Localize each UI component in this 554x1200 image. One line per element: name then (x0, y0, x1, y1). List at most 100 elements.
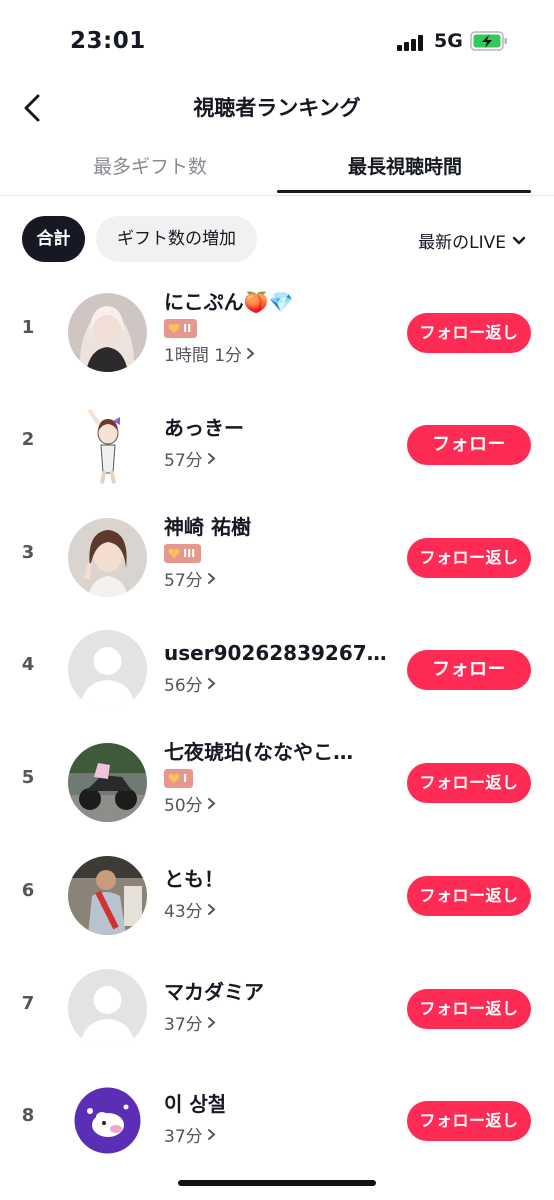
viewer-name: user90262839267… (164, 638, 392, 668)
heart-icon (168, 773, 180, 783)
viewer-name-text: マカダミア (164, 980, 264, 1004)
viewer-name: 神崎 祐樹 (164, 512, 392, 542)
follow-back-button[interactable]: フォロー返し (407, 1101, 531, 1141)
filter-gift-increase-chip[interactable]: ギフト数の増加 (96, 216, 257, 262)
watch-duration[interactable]: 1時間 1分 (164, 340, 392, 366)
avatar (68, 969, 147, 1048)
rank-number: 3 (21, 542, 35, 563)
chevron-right-icon (207, 903, 216, 915)
rank-number: 4 (21, 654, 35, 675)
viewer-name-text: user90262839267… (164, 641, 387, 665)
follow-back-button[interactable]: フォロー返し (407, 989, 531, 1029)
watch-duration[interactable]: 57分 (164, 565, 392, 591)
viewer-info: 神崎 祐樹 III 57分 (164, 512, 392, 591)
watch-duration[interactable]: 37分 (164, 1121, 392, 1147)
viewer-name: 이 상철 (164, 1089, 392, 1119)
watch-duration[interactable]: 50分 (164, 790, 392, 816)
watch-duration-text: 37分 (164, 1126, 203, 1147)
viewer-row[interactable]: 3 神崎 祐樹 III 57分 フォロー返し (0, 502, 554, 614)
viewer-info: にこぷん🍑💎 II 1時間 1分 (164, 287, 392, 366)
status-time: 23:01 (70, 28, 146, 54)
fan-level-text: II (183, 322, 192, 335)
filter-total-chip[interactable]: 合計 (22, 216, 85, 262)
follow-back-button[interactable]: フォロー返し (407, 538, 531, 578)
viewer-info: 이 상철 37分 (164, 1089, 392, 1147)
live-select-dropdown[interactable]: 最新のLIVE (418, 228, 526, 253)
avatar (68, 1081, 147, 1160)
rank-number: 8 (21, 1105, 35, 1126)
viewer-info: user90262839267… 56分 (164, 638, 392, 696)
rank-number: 6 (21, 880, 35, 901)
watch-duration[interactable]: 57分 (164, 445, 392, 471)
tab-longest-watch-time[interactable]: 最長視聴時間 (320, 152, 490, 179)
viewer-row[interactable]: 7 マカダミア 37分 フォロー返し (0, 953, 554, 1065)
viewer-name-text: 七夜琥珀(ななやこ… (164, 740, 354, 764)
viewer-info: 七夜琥珀(ななやこ… I 50分 (164, 737, 392, 816)
viewer-row[interactable]: 4 user90262839267… 56分 フォロー (0, 614, 554, 726)
viewer-row[interactable]: 1 にこぷん🍑💎 II 1時間 1分 フォロー返し (0, 277, 554, 389)
watch-duration[interactable]: 43分 (164, 896, 392, 922)
signal-icon (397, 35, 427, 51)
avatar (68, 518, 147, 597)
heart-icon (168, 323, 180, 333)
viewer-row[interactable]: 6 とも！ 43分 フォロー返し (0, 840, 554, 952)
follow-back-button[interactable]: フォロー返し (407, 876, 531, 916)
chevron-down-icon (512, 236, 526, 244)
live-select-label: 最新のLIVE (418, 233, 506, 253)
viewer-row[interactable]: 8 이 상철 37分 フォロー返し (0, 1065, 554, 1177)
viewer-row[interactable]: 2 あっきー 57分 フォロー (0, 389, 554, 501)
viewer-name: にこぷん🍑💎 (164, 287, 392, 317)
chevron-right-icon (207, 572, 216, 584)
viewer-name: マカダミア (164, 977, 392, 1007)
follow-button[interactable]: フォロー (407, 425, 531, 465)
watch-duration-text: 37分 (164, 1014, 203, 1035)
viewer-name-text: 神崎 祐樹 (164, 515, 251, 539)
viewer-row[interactable]: 5 七夜琥珀(ななやこ… I 50分 フォロー返し (0, 727, 554, 839)
viewer-name: とも！ (164, 864, 392, 894)
rank-number: 7 (21, 993, 35, 1014)
rank-number: 5 (21, 767, 35, 788)
avatar (68, 743, 147, 822)
follow-button[interactable]: フォロー (407, 650, 531, 690)
fan-level-badge: II (164, 319, 198, 338)
active-tab-indicator (277, 190, 531, 193)
rank-number: 1 (21, 317, 35, 338)
watch-duration[interactable]: 56分 (164, 670, 392, 696)
watch-duration-text: 1時間 1分 (164, 345, 243, 366)
watch-duration-text: 43分 (164, 901, 203, 922)
watch-duration-text: 50分 (164, 795, 203, 816)
viewer-name-text: にこぷん🍑💎 (164, 290, 294, 314)
avatar (68, 630, 147, 709)
viewer-info: とも！ 43分 (164, 864, 392, 922)
watch-duration[interactable]: 37分 (164, 1009, 392, 1035)
follow-back-button[interactable]: フォロー返し (407, 313, 531, 353)
fan-level-text: I (183, 772, 188, 785)
avatar (68, 856, 147, 935)
viewer-name: あっきー (164, 413, 392, 443)
tab-bar: 最多ギフト数 最長視聴時間 (0, 140, 554, 196)
watch-duration-text: 57分 (164, 450, 203, 471)
fan-level-text: III (183, 547, 196, 560)
avatar (68, 405, 147, 484)
tab-most-gifts[interactable]: 最多ギフト数 (70, 152, 230, 179)
filter-bar: 合計 ギフト数の増加 最新のLIVE (0, 216, 554, 264)
viewer-name: 七夜琥珀(ななやこ… (164, 737, 392, 767)
viewer-name-text: あっきー (164, 416, 244, 440)
fan-level-badge: I (164, 769, 194, 788)
viewer-name-text: 이 상철 (164, 1092, 227, 1116)
heart-icon (168, 548, 180, 558)
chevron-right-icon (207, 677, 216, 689)
home-indicator (178, 1180, 376, 1186)
chevron-right-icon (207, 452, 216, 464)
watch-duration-text: 57分 (164, 570, 203, 591)
chevron-right-icon (207, 1016, 216, 1028)
rank-number: 2 (21, 429, 35, 450)
fan-level-badge: III (164, 544, 202, 563)
chevron-right-icon (247, 347, 255, 359)
header: 視聴者ランキング (0, 80, 554, 136)
battery-icon (470, 31, 507, 51)
follow-back-button[interactable]: フォロー返し (407, 763, 531, 803)
status-bar: 23:01 5G (0, 0, 554, 80)
avatar (68, 293, 147, 372)
chevron-right-icon (207, 1128, 216, 1140)
